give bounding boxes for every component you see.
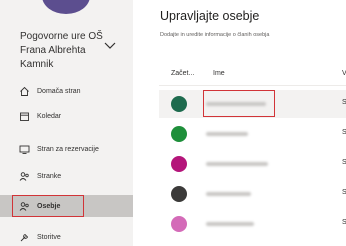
chevron-down-icon[interactable]	[104, 38, 116, 49]
staff-col3-value: Sk	[342, 189, 346, 196]
column-header-name[interactable]: Ime	[213, 70, 225, 77]
table-row[interactable]: Sk	[159, 210, 346, 238]
sidebar-item-calendar[interactable]: Koledar	[0, 105, 133, 127]
table-row[interactable]: Sk	[159, 120, 346, 148]
staff-name-redacted	[206, 192, 251, 196]
wrench-icon	[18, 231, 30, 243]
staff-col3-value: Sk	[342, 159, 346, 166]
business-name[interactable]: Pogovorne ure OŠ Frana Albrehta Kamnik	[20, 30, 120, 72]
sidebar-item-booking-page[interactable]: Stran za rezervacije	[0, 138, 133, 160]
staff-avatar	[171, 126, 187, 142]
header-divider	[159, 85, 346, 86]
sidebar-item-label: Koledar	[37, 112, 62, 120]
table-row[interactable]: Sk	[159, 150, 346, 178]
staff-name-redacted	[206, 222, 254, 226]
main-content: Upravljajte osebje Dodajte in uredite in…	[133, 0, 346, 246]
staff-avatar	[171, 216, 187, 232]
staff-avatar	[171, 156, 187, 172]
sidebar-item-label: Domača stran	[37, 87, 81, 95]
staff-col3-value: Sk	[342, 129, 346, 136]
sidebar-item-label: Stran za rezervacije	[37, 145, 99, 153]
sidebar-item-customers[interactable]: Stranke	[0, 165, 133, 187]
page-subtitle: Dodajte in uredite informacije o članih …	[160, 32, 270, 38]
staff-col3-value: Sk	[342, 219, 346, 226]
sidebar-item-label: Stranke	[37, 172, 62, 180]
table-row[interactable]: Sk	[159, 180, 346, 208]
highlight-box	[12, 195, 84, 217]
page-title: Upravljajte osebje	[160, 9, 260, 23]
business-logo	[42, 0, 90, 14]
staff-col3-value: Sk	[342, 99, 346, 106]
staff-name-redacted	[206, 132, 248, 136]
sidebar: Pogovorne ure OŠ Frana Albrehta Kamnik D…	[0, 0, 133, 246]
calendar-icon	[18, 110, 30, 122]
column-header-third[interactable]: Vl	[342, 70, 346, 77]
highlight-box	[203, 90, 275, 117]
home-icon	[18, 85, 30, 97]
monitor-icon	[18, 143, 30, 155]
sidebar-item-home[interactable]: Domača stran	[0, 80, 133, 102]
staff-avatar	[171, 186, 187, 202]
people-icon	[18, 170, 30, 182]
staff-avatar	[171, 96, 187, 112]
sidebar-item-services[interactable]: Storitve	[0, 226, 133, 246]
staff-name-redacted	[206, 162, 268, 166]
column-header-initials[interactable]: Začet...	[171, 70, 194, 77]
sidebar-item-label: Storitve	[37, 233, 61, 241]
